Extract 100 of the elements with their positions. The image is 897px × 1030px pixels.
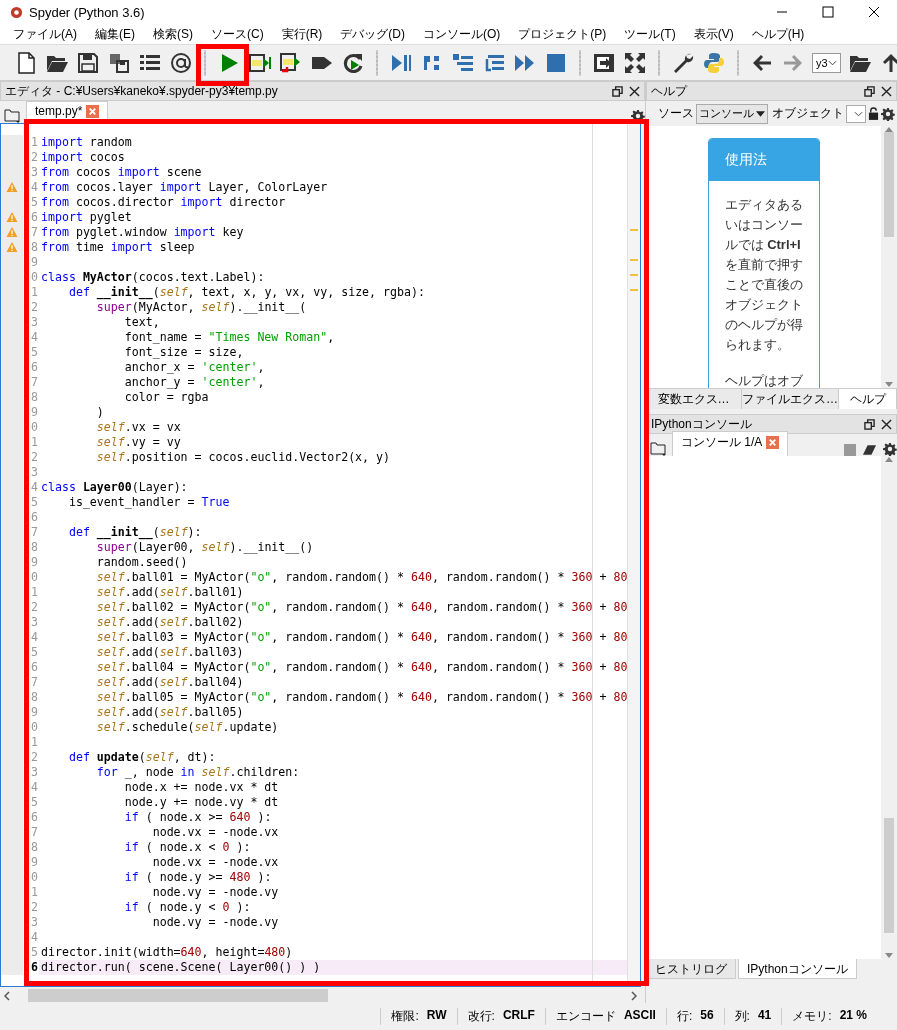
status-label: 権限: <box>391 1008 419 1025</box>
console-tab[interactable]: コンソール 1/A <box>672 431 789 456</box>
status-label: メモリ: <box>792 1008 832 1025</box>
menu-item[interactable]: 実行(R) <box>272 25 332 43</box>
code-line: import cocos <box>40 150 126 165</box>
pane-tab[interactable]: ファイルエクス… <box>742 389 839 409</box>
code-line: from cocos.director import director <box>40 195 287 210</box>
code-line: if ( node.x >= 640 ): <box>123 810 273 825</box>
help-paragraph: エディタあるいはコンソールでは Ctrl+I を直前で押すことで直後のオブジェクトのヘルプが得られます。 <box>724 196 803 354</box>
code-line: from time import sleep <box>40 240 196 255</box>
status-value: ASCII <box>623 1008 656 1024</box>
line-number: 3 <box>30 615 39 630</box>
line-number: 8 <box>30 240 39 255</box>
menu-item[interactable]: ファイル(A) <box>4 25 86 43</box>
code-line: node.x += node.vx * dt <box>123 780 280 795</box>
code-line: from cocos.layer import Layer, ColorLayer <box>40 180 329 195</box>
pane-tab[interactable]: ヘルプ <box>839 389 897 409</box>
line-number: 8 <box>30 840 39 855</box>
status-label: 行: <box>676 1008 693 1025</box>
menu-item[interactable]: ツール(T) <box>615 25 685 43</box>
window-title: Spyder (Python 3.6) <box>29 4 146 20</box>
line-number: 5 <box>30 195 39 210</box>
code-line: font_name = "Times New Roman", <box>123 330 336 345</box>
pane-title: IPythonコンソール <box>651 415 753 433</box>
code-line: self.ball03 = MyActor("o", random.random() * 640, random.random() * 360 + 80 <box>95 630 627 645</box>
menu-item[interactable]: デバッグ(D) <box>331 25 414 43</box>
menu-item[interactable]: コンソール(O) <box>414 25 510 43</box>
line-number: 3 <box>30 315 39 330</box>
menu-item[interactable]: 検索(S) <box>144 25 202 43</box>
line-number: 4 <box>30 180 39 195</box>
code-line: self.ball01 = MyActor("o", random.random() * 640, random.random() * 360 + 80 <box>95 570 627 585</box>
line-number: 1 <box>30 735 39 750</box>
menu-item[interactable]: 編集(E) <box>86 25 144 43</box>
code-line: self.ball02 = MyActor("o", random.random() * 640, random.random() * 360 + 80 <box>95 600 627 615</box>
line-number: 5 <box>30 645 39 660</box>
path-combo[interactable]: y3 <box>812 52 841 73</box>
pane-tab[interactable]: 変数エクス… <box>646 389 742 409</box>
code-line: node.vx = -node.vx <box>151 825 280 840</box>
code-line: random.seed() <box>95 555 189 570</box>
line-number: 0 <box>30 270 39 285</box>
pane-title: エディタ - C:¥Users¥kaneko¥.spyder-py3¥temp.py <box>5 82 279 100</box>
code-line: self.position = cocos.euclid.Vector2(x, y) <box>95 450 391 465</box>
line-number: 9 <box>30 555 39 570</box>
code-line: import pyglet <box>40 210 133 225</box>
line-number: 9 <box>30 405 39 420</box>
pane-tab[interactable]: ヒストリログ <box>646 959 736 979</box>
code-line: super(MyActor, self).__init__( <box>95 300 308 315</box>
line-number: 1 <box>30 885 39 900</box>
help-paragraph: ヘルプはオブ <box>724 372 803 388</box>
code-line: class MyActor(cocos.text.Label): <box>40 270 266 285</box>
line-number: 0 <box>30 870 39 885</box>
line-number: 6 <box>30 660 39 675</box>
code-line: class Layer00(Layer): <box>40 480 189 495</box>
line-number: 4 <box>30 480 39 495</box>
line-number: 4 <box>30 930 39 945</box>
code-line: self.add(self.ball02) <box>95 615 245 630</box>
line-number: 3 <box>30 165 39 180</box>
line-number: 1 <box>30 135 39 150</box>
code-line: is_event_handler = True <box>67 495 231 510</box>
menu-item[interactable]: ヘルプ(H) <box>742 25 814 43</box>
menu-item[interactable]: 表示(V) <box>684 25 743 43</box>
line-number: 5 <box>30 345 39 360</box>
code-line: ) <box>95 405 105 420</box>
line-number: 7 <box>30 375 39 390</box>
line-number: 2 <box>30 450 39 465</box>
line-number: 0 <box>30 720 39 735</box>
code-line: self.ball05 = MyActor("o", random.random() * 640, random.random() * 360 + 80 <box>95 690 627 705</box>
code-line: node.vy = -node.vy <box>151 915 280 930</box>
code-line: self.ball04 = MyActor("o", random.random() * 640, random.random() * 360 + 80 <box>95 660 627 675</box>
line-number: 2 <box>30 150 39 165</box>
line-number: 3 <box>30 765 39 780</box>
line-number: 2 <box>30 300 39 315</box>
status-label: 列: <box>734 1008 750 1025</box>
line-number: 4 <box>30 330 39 345</box>
code-line: if ( node.y < 0 ): <box>123 900 252 915</box>
code-line: if ( node.y >= 480 ): <box>123 870 273 885</box>
status-value: 56 <box>700 1008 714 1024</box>
code-line: node.vx = -node.vx <box>151 855 280 870</box>
line-number: 8 <box>30 690 39 705</box>
line-number: 3 <box>30 915 39 930</box>
code-line: from pyglet.window import key <box>40 225 245 240</box>
line-number: 3 <box>30 465 39 480</box>
code-line: text, <box>123 315 161 330</box>
line-number: 8 <box>30 540 39 555</box>
code-line: import random <box>40 135 133 150</box>
code-line: self.schedule(self.update) <box>95 720 280 735</box>
code-line: def update(self, dt): <box>67 750 217 765</box>
code-line: from cocos import scene <box>40 165 203 180</box>
code-line: self.add(self.ball01) <box>95 585 245 600</box>
pane-tab[interactable]: IPythonコンソール <box>738 959 857 979</box>
code-line: node.vy = -node.vy <box>151 885 280 900</box>
line-number: 7 <box>30 225 39 240</box>
code-line: font_size = size, <box>123 345 245 360</box>
status-value: 41 <box>757 1008 772 1024</box>
source-dropdown[interactable]: コンソール <box>696 103 768 124</box>
status-value: RW <box>426 1008 447 1024</box>
line-number: 7 <box>30 675 39 690</box>
menu-item[interactable]: プロジェクト(P) <box>509 25 616 43</box>
code-line: self.vx = vx <box>95 420 182 435</box>
menu-item[interactable]: ソース(C) <box>202 25 273 43</box>
